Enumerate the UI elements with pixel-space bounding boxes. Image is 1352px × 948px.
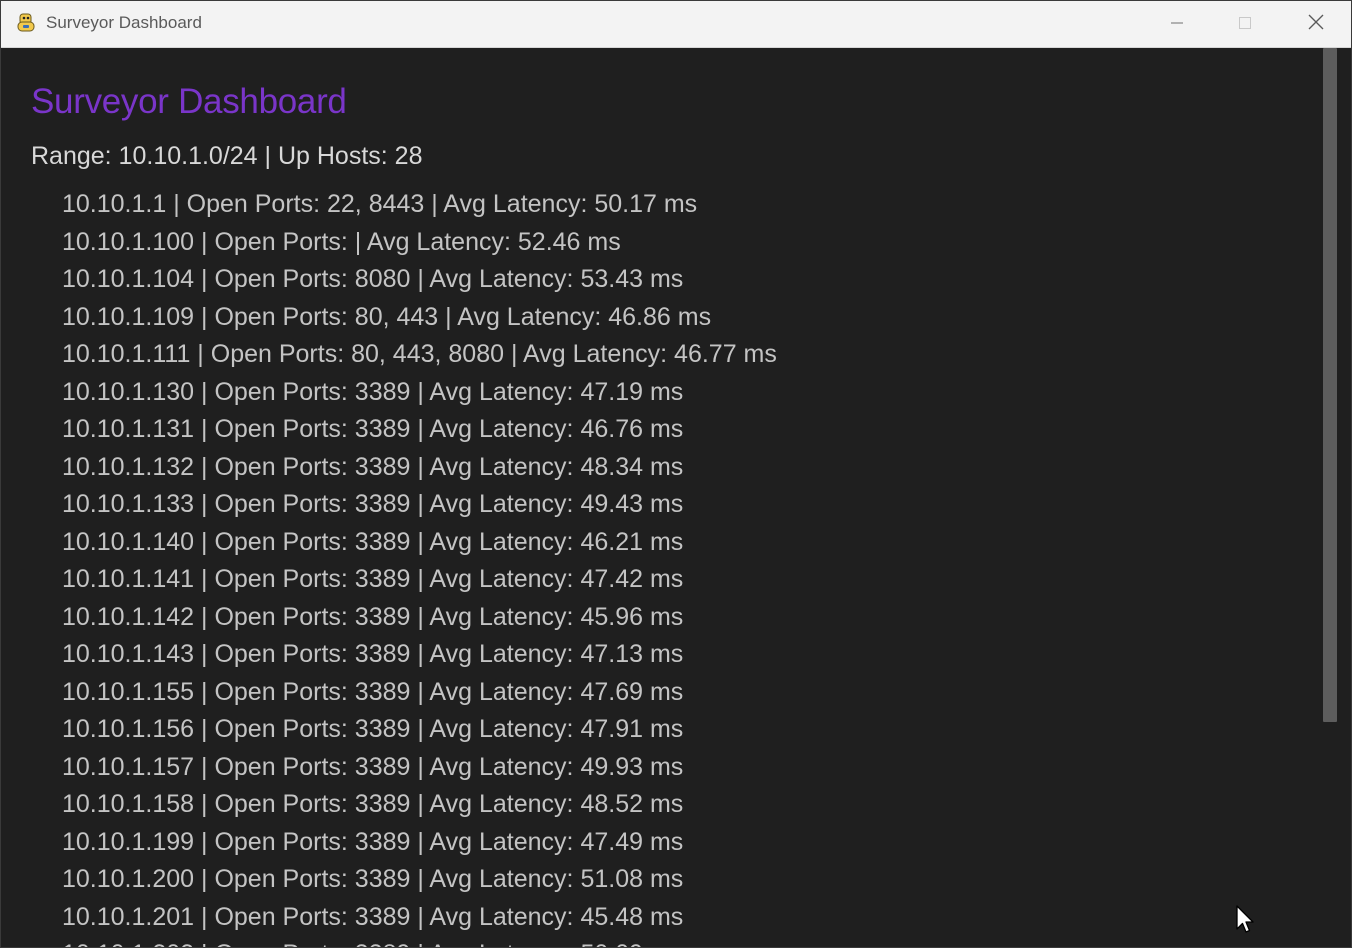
dashboard-heading: Surveyor Dashboard bbox=[31, 82, 347, 121]
host-row: 10.10.1.201 | Open Ports: 3389 | Avg Lat… bbox=[62, 902, 684, 931]
host-row: 10.10.1.141 | Open Ports: 3389 | Avg Lat… bbox=[62, 565, 684, 593]
scan-summary: Range: 10.10.1.0/24 | Up Hosts: 28 bbox=[31, 142, 423, 170]
host-row: 10.10.1.143 | Open Ports: 3389 | Avg Lat… bbox=[62, 640, 684, 668]
minimize-button[interactable] bbox=[1143, 1, 1211, 47]
host-row: 10.10.1.157 | Open Ports: 3389 | Avg Lat… bbox=[62, 752, 684, 781]
host-row: 10.10.1.131 | Open Ports: 3389 | Avg Lat… bbox=[62, 415, 684, 443]
mouse-pointer-icon bbox=[1235, 905, 1255, 935]
host-list: 10.10.1.1 | Open Ports: 22, 8443 | Avg L… bbox=[62, 186, 777, 947]
minimize-icon bbox=[1170, 15, 1184, 34]
vertical-scrollbar[interactable] bbox=[1321, 48, 1351, 947]
host-row: 10.10.1.1 | Open Ports: 22, 8443 | Avg L… bbox=[62, 190, 698, 218]
maximize-icon bbox=[1238, 15, 1252, 34]
host-row: 10.10.1.200 | Open Ports: 3389 | Avg Lat… bbox=[62, 865, 684, 893]
dashboard-content: Surveyor Dashboard Range: 10.10.1.0/24 |… bbox=[1, 48, 1321, 947]
host-row: 10.10.1.156 | Open Ports: 3389 | Avg Lat… bbox=[62, 715, 684, 743]
host-row: 10.10.1.109 | Open Ports: 80, 443 | Avg … bbox=[62, 302, 712, 331]
python-snake-icon bbox=[15, 12, 37, 34]
host-row: 10.10.1.100 | Open Ports: | Avg Latency:… bbox=[62, 227, 621, 256]
host-row: 10.10.1.111 | Open Ports: 80, 443, 8080 … bbox=[62, 340, 777, 368]
host-row: 10.10.1.104 | Open Ports: 8080 | Avg Lat… bbox=[62, 265, 684, 293]
close-icon bbox=[1308, 14, 1324, 34]
host-row: 10.10.1.155 | Open Ports: 3389 | Avg Lat… bbox=[62, 677, 684, 706]
host-row: 10.10.1.202 | Open Ports: 3389 | Avg Lat… bbox=[62, 936, 777, 947]
host-row: 10.10.1.158 | Open Ports: 3389 | Avg Lat… bbox=[62, 790, 684, 818]
host-row: 10.10.1.140 | Open Ports: 3389 | Avg Lat… bbox=[62, 527, 684, 556]
app-window: Surveyor Dashboard Surveyor Dashboard Ra… bbox=[0, 0, 1352, 948]
host-row: 10.10.1.130 | Open Ports: 3389 | Avg Lat… bbox=[62, 377, 684, 406]
host-row: 10.10.1.132 | Open Ports: 3389 | Avg Lat… bbox=[62, 452, 684, 481]
close-button[interactable] bbox=[1282, 1, 1350, 47]
title-bar[interactable]: Surveyor Dashboard bbox=[1, 1, 1351, 48]
host-row: 10.10.1.199 | Open Ports: 3389 | Avg Lat… bbox=[62, 827, 684, 856]
scrollbar-thumb[interactable] bbox=[1323, 48, 1337, 722]
window-title: Surveyor Dashboard bbox=[46, 13, 202, 32]
host-row: 10.10.1.142 | Open Ports: 3389 | Avg Lat… bbox=[62, 602, 684, 631]
host-row: 10.10.1.133 | Open Ports: 3389 | Avg Lat… bbox=[62, 490, 684, 518]
maximize-button[interactable] bbox=[1211, 1, 1279, 47]
